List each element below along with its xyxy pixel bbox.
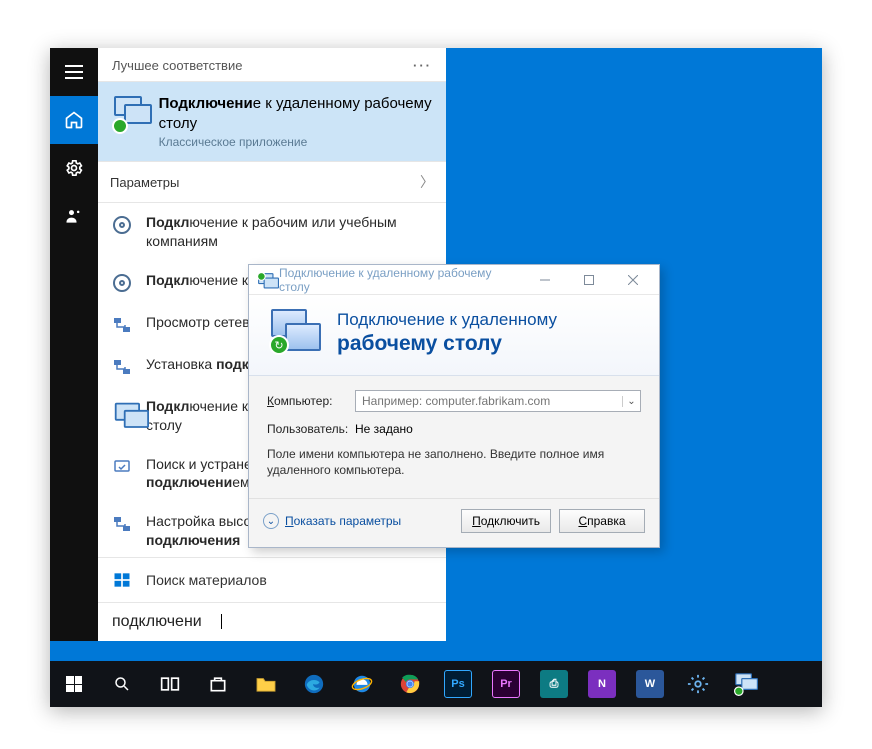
taskbar-app-teal[interactable]: ⎙ — [530, 661, 578, 707]
windows-store-icon — [112, 570, 132, 590]
close-icon — [628, 275, 638, 285]
ie-icon — [351, 673, 373, 695]
best-match-title: Подключение к удаленному рабочему столу — [159, 94, 432, 133]
user-row: Пользователь: Не задано — [267, 422, 641, 436]
computer-row: Компьютер: ⌄ — [267, 390, 641, 412]
search-row — [98, 602, 446, 641]
taskbar-search[interactable] — [98, 661, 146, 707]
best-match-item[interactable]: Подключение к удаленному рабочему столу … — [98, 82, 446, 161]
params-label: Параметры — [110, 175, 179, 190]
taskbar-ie[interactable] — [338, 661, 386, 707]
rail-home[interactable] — [50, 96, 98, 144]
taskbar-onenote[interactable]: N — [578, 661, 626, 707]
connect-button[interactable]: Подключить — [461, 509, 551, 533]
rdp-hero-icon: ↻ — [267, 309, 323, 357]
rdp-hero: ↻ Подключение к удаленному рабочему стол… — [249, 295, 659, 376]
edge-icon — [303, 673, 325, 695]
gear-icon — [113, 274, 131, 292]
taskview-icon — [160, 675, 180, 693]
taskbar-photoshop[interactable]: Ps — [434, 661, 482, 707]
params-header[interactable]: Параметры 〉 — [98, 161, 446, 203]
rdp-icon — [113, 401, 131, 417]
best-match-label: Лучшее соответствие — [112, 58, 242, 73]
taskbar-store[interactable] — [194, 661, 242, 707]
computer-input[interactable] — [356, 394, 622, 408]
search-icon — [113, 675, 131, 693]
store-search-row[interactable]: Поиск материалов — [98, 557, 446, 602]
gear-icon — [64, 158, 84, 178]
rdp-dialog: Подключение к удаленному рабочему столу … — [248, 264, 660, 548]
task-view[interactable] — [146, 661, 194, 707]
network-icon — [112, 357, 132, 377]
word-icon: W — [636, 670, 664, 698]
gear-icon — [687, 673, 709, 695]
windows-icon — [66, 676, 82, 692]
folder-icon — [255, 675, 277, 693]
rail-settings[interactable] — [50, 144, 98, 192]
rdp-title-text: Подключение к удаленному рабочему столу — [279, 266, 523, 294]
taskbar-word[interactable]: W — [626, 661, 674, 707]
rdp-titlebar[interactable]: Подключение к удаленному рабочему столу — [249, 265, 659, 295]
taskbar-explorer[interactable] — [242, 661, 290, 707]
more-icon[interactable]: ··· — [413, 58, 432, 73]
rdp-footer: ⌄ Показать параметры Подключить Справка — [249, 498, 659, 547]
taskbar: Ps Pr ⎙ N W — [50, 661, 822, 707]
computer-combo[interactable]: ⌄ — [355, 390, 641, 412]
maximize-button[interactable] — [567, 266, 611, 294]
close-button[interactable] — [611, 266, 655, 294]
minimize-button[interactable] — [523, 266, 567, 294]
taskbar-chrome[interactable] — [386, 661, 434, 707]
search-input[interactable] — [112, 613, 217, 631]
user-label: Пользователь: — [267, 422, 345, 436]
app-icon: ⎙ — [540, 670, 568, 698]
chevron-down-icon[interactable]: ⌄ — [622, 396, 640, 407]
best-match-header: Лучшее соответствие ··· — [98, 48, 446, 82]
show-params-link[interactable]: ⌄ Показать параметры — [263, 513, 401, 529]
taskbar-rdp[interactable] — [722, 661, 770, 707]
rdp-icon — [257, 272, 266, 281]
rail-people[interactable] — [50, 192, 98, 240]
people-icon — [64, 206, 84, 226]
hint-text: Поле имени компьютера не заполнено. Введ… — [267, 446, 641, 478]
network-icon — [112, 514, 132, 534]
rdp-icon — [112, 94, 147, 134]
rdp-icon — [734, 672, 758, 696]
taskbar-settings[interactable] — [674, 661, 722, 707]
home-icon — [64, 110, 84, 130]
maximize-icon — [584, 275, 594, 285]
rdp-hero-title: Подключение к удаленному рабочему столу — [337, 309, 557, 357]
store-search-label: Поиск материалов — [146, 572, 267, 588]
help-button[interactable]: Справка — [559, 509, 645, 533]
computer-label: Компьютер: — [267, 394, 345, 408]
chrome-icon — [399, 673, 421, 695]
onenote-icon: N — [588, 670, 616, 698]
chevron-right-icon: 〉 — [420, 172, 434, 192]
start-rail — [50, 48, 98, 641]
rdp-body: Компьютер: ⌄ Пользователь: Не задано Пол… — [249, 376, 659, 498]
result-item[interactable]: Подключение к рабочим или учебным компан… — [98, 203, 446, 261]
photoshop-icon: Ps — [444, 670, 472, 698]
start-button[interactable] — [50, 661, 98, 707]
hamburger-button[interactable] — [50, 48, 98, 96]
chevron-down-icon: ⌄ — [263, 513, 279, 529]
troubleshoot-icon — [112, 457, 132, 477]
premiere-icon: Pr — [492, 670, 520, 698]
hamburger-icon — [65, 65, 83, 79]
gear-icon — [113, 216, 131, 234]
taskbar-premiere[interactable]: Pr — [482, 661, 530, 707]
network-icon — [112, 315, 132, 335]
user-value: Не задано — [355, 422, 413, 436]
taskbar-edge[interactable] — [290, 661, 338, 707]
store-icon — [208, 674, 228, 694]
best-match-subtitle: Классическое приложение — [159, 135, 432, 149]
minimize-icon — [540, 275, 550, 285]
